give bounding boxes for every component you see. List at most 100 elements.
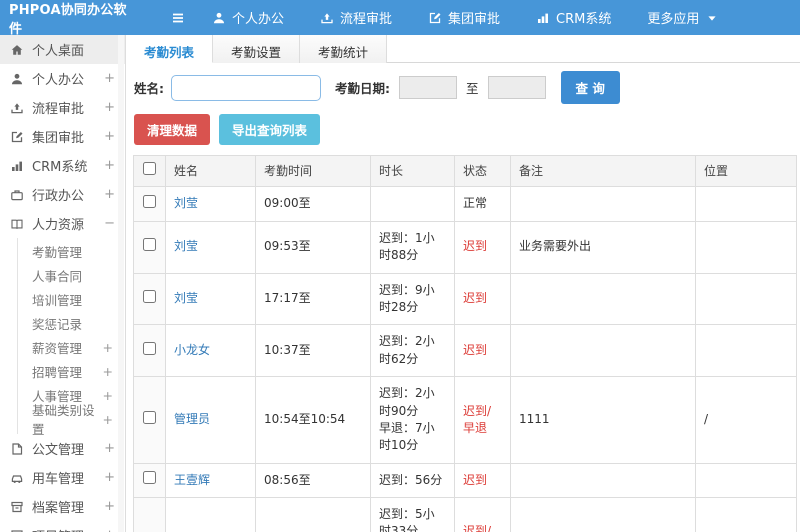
employee-name-link[interactable]: 小龙女 <box>174 343 210 357</box>
row-checkbox[interactable] <box>143 341 156 355</box>
expand-toggle-icon[interactable]: + <box>104 158 117 173</box>
nav-item-label: 个人办公 <box>232 12 285 27</box>
status-cell: 正常 <box>454 186 511 222</box>
note-cell <box>510 186 696 222</box>
sidebar-item-8[interactable]: 用车管理 + <box>0 463 125 492</box>
row-checkbox[interactable] <box>143 194 156 208</box>
sidebar-subitem-5[interactable]: 招聘管理 + <box>18 359 125 383</box>
attendance-table: 姓名 考勤时间 时长 状态 备注 位置 刘莹 09:00至 正常 刘莹 09:53至 迟到：1小时8… <box>133 154 797 532</box>
action-bar: 清理数据 导出查询列表 <box>126 111 800 155</box>
sidebar-submenu: 考勤管理 人事合同 培训管理 奖惩记录 薪资管理 + 招聘管理 + 人事管理 + 基础类别设置 + <box>17 238 125 437</box>
nav-item-4[interactable]: 更多应用 <box>647 8 719 27</box>
sidebar-subitem-1[interactable]: 人事合同 <box>18 263 125 287</box>
row-checkbox[interactable] <box>143 237 156 251</box>
sidebar-item-label: 项目管理 <box>32 526 84 532</box>
nav-item-0[interactable]: 个人办公 <box>212 8 284 27</box>
sidebar-item-6[interactable]: 人力资源 − <box>0 209 125 238</box>
search-button[interactable]: 查 询 <box>560 71 620 104</box>
sidebar-item-10[interactable]: 项目管理 + <box>0 521 125 532</box>
clean-data-button[interactable]: 清理数据 <box>134 114 211 145</box>
employee-name-link[interactable]: 管理员 <box>174 412 210 426</box>
sidebar-subitem-0[interactable]: 考勤管理 <box>18 239 125 263</box>
expand-toggle-icon[interactable]: + <box>104 528 117 532</box>
table-row: 小龙女 10:37至 迟到：2小时62分 迟到 <box>133 324 797 378</box>
sidebar-item-0[interactable]: 个人桌面 <box>0 35 125 64</box>
expand-toggle-icon[interactable]: + <box>104 470 117 485</box>
sidebar-subitem-label: 奖惩记录 <box>32 316 83 332</box>
to-label: 至 <box>466 81 479 96</box>
row-checkbox[interactable] <box>143 471 156 485</box>
duration-line-1: 迟到：1小时88分 <box>379 230 435 263</box>
column-header-1: 考勤时间 <box>255 154 371 188</box>
sidebar-item-9[interactable]: 档案管理 + <box>0 492 125 521</box>
attendance-time-cell: 13:20至13:20 <box>255 497 371 532</box>
select-all-checkbox[interactable] <box>143 162 156 175</box>
status-cell: 迟到 <box>454 462 511 499</box>
expand-toggle-icon[interactable]: + <box>104 499 117 514</box>
edit-icon <box>428 11 442 25</box>
table-row: 刘莹 09:53至 迟到：1小时88分 迟到 业务需要外出 <box>133 220 797 274</box>
status-cell: 迟到 <box>454 324 511 378</box>
attendance-time-cell: 10:54至10:54 <box>255 376 371 464</box>
note-cell: 业务需要外出 <box>510 220 696 274</box>
attendance-time-cell: 08:56至 <box>255 462 371 499</box>
sidebar-item-label: 人力资源 <box>32 218 85 233</box>
sidebar-item-7[interactable]: 公文管理 + <box>0 434 125 463</box>
name-input[interactable] <box>171 74 321 101</box>
workflow-icon <box>320 11 334 25</box>
sidebar-item-label: 档案管理 <box>32 501 85 516</box>
expand-toggle-icon[interactable]: + <box>104 129 117 144</box>
duration-cell <box>370 186 455 222</box>
status-cell: 迟到 <box>454 272 511 326</box>
employee-name-link[interactable]: 王壹辉 <box>174 473 210 487</box>
sidebar-item-2[interactable]: 流程审批 + <box>0 93 125 122</box>
sidebar-item-1[interactable]: 个人办公 + <box>0 64 125 93</box>
nav-item-label: 集团审批 <box>448 12 501 27</box>
location-cell: / <box>695 376 797 464</box>
status-cell: 迟到/早退 <box>454 376 511 464</box>
nav-item-2[interactable]: 集团审批 <box>428 8 500 27</box>
employee-name-link[interactable]: 刘莹 <box>174 196 198 210</box>
location-cell <box>695 324 797 378</box>
status-cell: 迟到/早退 <box>454 497 511 532</box>
expand-toggle-icon[interactable]: + <box>104 71 117 86</box>
duration-cell: 迟到：56分 <box>370 462 455 499</box>
sidebar-item-5[interactable]: 行政办公 + <box>0 180 125 209</box>
expand-toggle-icon[interactable]: + <box>104 100 117 115</box>
expand-toggle-icon[interactable]: − <box>104 216 117 231</box>
sidebar-scrollbar[interactable] <box>118 35 124 532</box>
menu-toggle-icon[interactable] <box>170 11 186 25</box>
employee-name-link[interactable]: 刘莹 <box>174 291 198 305</box>
sidebar-item-4[interactable]: CRM系统 + <box>0 151 125 180</box>
book-icon <box>10 217 24 231</box>
duration-line-1: 迟到：56分 <box>379 472 443 487</box>
attendance-time-cell: 17:17至 <box>255 272 371 326</box>
sidebar-subitem-3[interactable]: 奖惩记录 <box>18 311 125 335</box>
row-checkbox[interactable] <box>143 289 156 303</box>
duration-cell: 迟到：2小时90分 早退：7小时10分 <box>370 376 455 464</box>
brand-logo[interactable]: PHPOA协同办公软件 <box>0 0 138 37</box>
sidebar-subitem-label: 薪资管理 <box>32 340 83 356</box>
location-cell <box>695 462 797 499</box>
date-to-input[interactable] <box>487 76 546 99</box>
expand-toggle-icon[interactable]: + <box>104 187 117 202</box>
nav-item-1[interactable]: 流程审批 <box>320 8 392 27</box>
expand-toggle-icon[interactable]: + <box>104 441 117 456</box>
tab-1[interactable]: 考勤设置 <box>213 35 301 63</box>
tab-2[interactable]: 考勤统计 <box>300 35 388 63</box>
document-icon <box>10 442 24 456</box>
sidebar-subitem-2[interactable]: 培训管理 <box>18 287 125 311</box>
sidebar-subitem-4[interactable]: 薪资管理 + <box>18 335 125 359</box>
sidebar-item-label: 用车管理 <box>32 472 85 487</box>
nav-item-3[interactable]: CRM系统 <box>536 8 611 27</box>
briefcase-icon <box>10 188 24 202</box>
date-from-input[interactable] <box>399 76 457 99</box>
row-checkbox[interactable] <box>143 410 156 424</box>
tab-0[interactable]: 考勤列表 <box>126 35 214 63</box>
sidebar-item-3[interactable]: 集团审批 + <box>0 122 125 151</box>
employee-name-link[interactable]: 刘莹 <box>174 239 198 253</box>
sidebar-subitem-7[interactable]: 基础类别设置 + <box>18 403 125 437</box>
sidebar-item-label: 个人桌面 <box>32 44 85 59</box>
export-list-button[interactable]: 导出查询列表 <box>219 114 321 145</box>
edit-icon <box>10 130 24 144</box>
